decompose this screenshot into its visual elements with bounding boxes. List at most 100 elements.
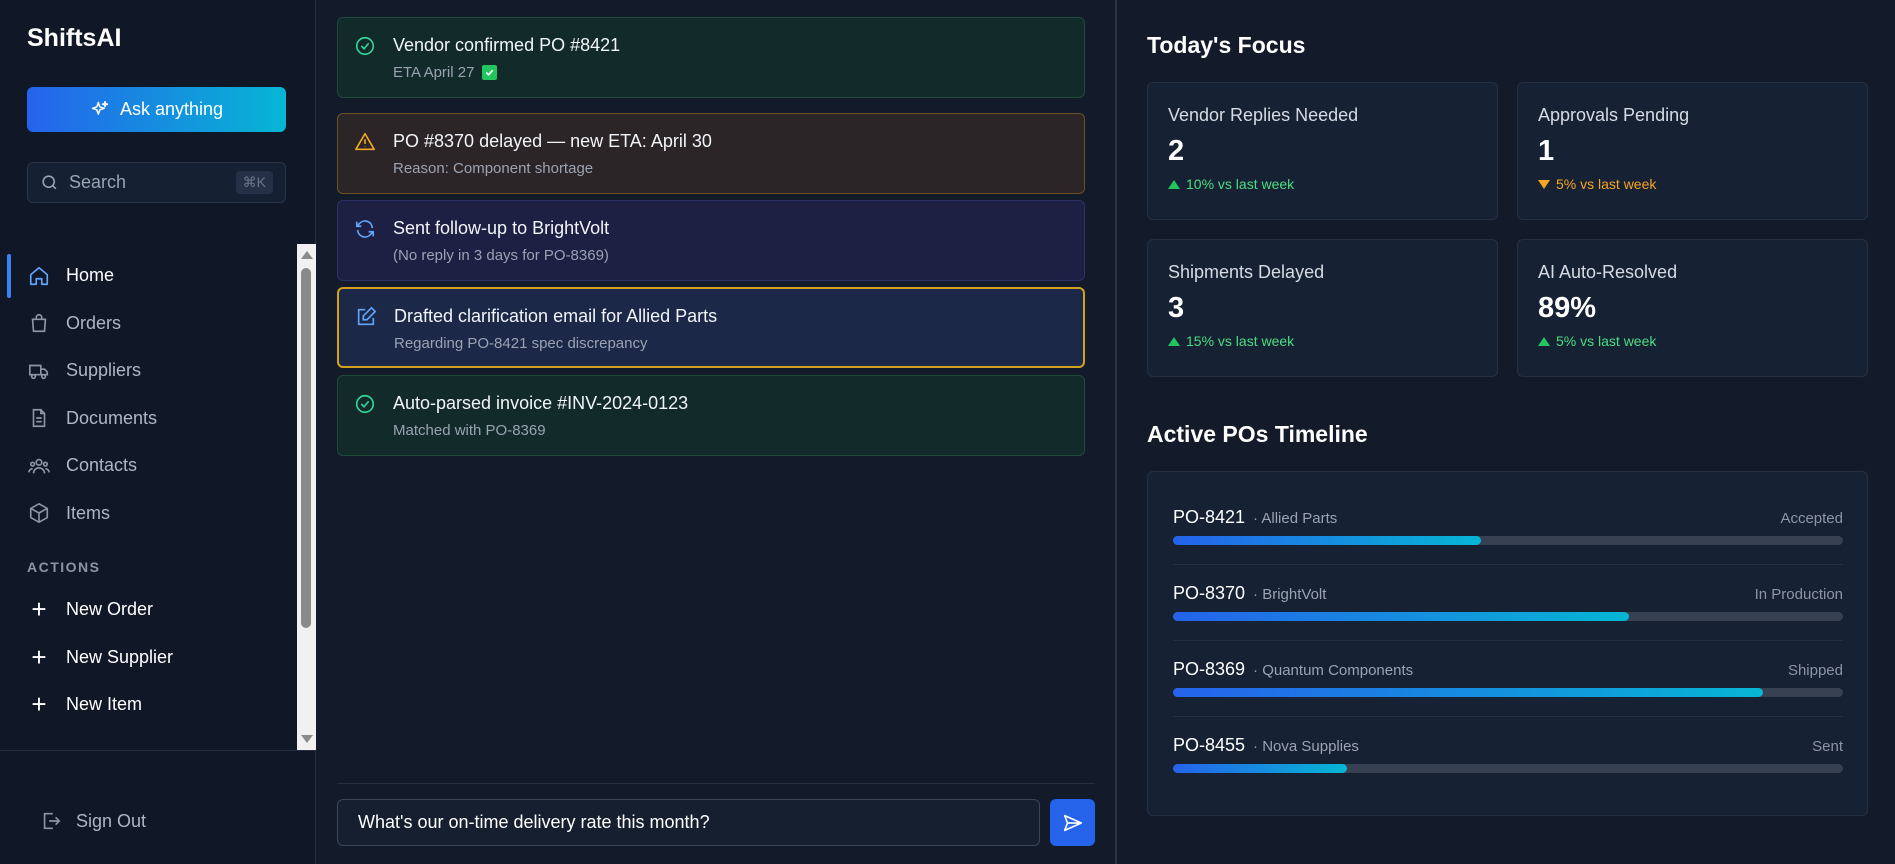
search-shortcut: ⌘K: [235, 171, 273, 194]
feed-card-subtitle: Matched with PO-8369: [393, 422, 546, 439]
progress-track: [1173, 688, 1843, 697]
po-vendor: · Quantum Components: [1253, 662, 1414, 679]
feed-card-title: Vendor confirmed PO #8421: [393, 35, 621, 55]
sign-out-label: Sign Out: [76, 810, 147, 831]
new-item-button[interactable]: + New Item: [0, 681, 296, 729]
stat-card-vendor-replies[interactable]: Vendor Replies Needed 2 10% vs last week: [1147, 82, 1498, 220]
po-row[interactable]: PO-8421 · Allied Parts Accepted: [1173, 489, 1843, 565]
search-input[interactable]: Search ⌘K: [27, 162, 286, 203]
po-vendor: · Allied Parts: [1253, 510, 1338, 527]
feed-card-title: Drafted clarification email for Allied P…: [394, 306, 718, 326]
panel-divider: [1115, 0, 1117, 864]
progress-track: [1173, 764, 1843, 773]
sparkle-icon: [91, 100, 109, 115]
trend-up-icon: [1538, 336, 1550, 346]
progress-track: [1173, 612, 1843, 621]
checkmark-badge-icon: [482, 65, 498, 80]
feed-card-selected[interactable]: Drafted clarification email for Allied P…: [337, 287, 1085, 368]
sidebar-item-documents[interactable]: Documents: [0, 395, 296, 443]
po-timeline: PO-8421 · Allied Parts Accepted PO-8370 …: [1147, 471, 1868, 816]
po-row[interactable]: PO-8455 · Nova Supplies Sent: [1173, 717, 1843, 793]
new-supplier-button[interactable]: + New Supplier: [0, 634, 296, 682]
box-icon: [29, 503, 49, 524]
stat-value: 1: [1538, 135, 1555, 167]
feed-card[interactable]: Vendor confirmed PO #8421 ETA April 27: [337, 17, 1085, 98]
sidebar-item-orders[interactable]: Orders: [0, 300, 296, 348]
stat-label: Shipments Delayed: [1168, 262, 1325, 282]
stat-delta-text: 5% vs last week: [1556, 176, 1657, 192]
po-id: PO-8370: [1173, 583, 1246, 603]
sidebar: ShiftsAI Ask anything Search ⌘K Home Ord…: [0, 0, 316, 864]
stat-delta: 5% vs last week: [1538, 333, 1847, 349]
po-id: PO-8369: [1173, 659, 1246, 679]
progress-fill: [1173, 536, 1482, 545]
send-button[interactable]: [1050, 799, 1095, 846]
feed-card[interactable]: Sent follow-up to BrightVolt (No reply i…: [337, 200, 1085, 281]
scroll-up-arrow-icon[interactable]: [301, 251, 313, 259]
po-row[interactable]: PO-8370 · BrightVolt In Production: [1173, 565, 1843, 641]
po-status: Shipped: [1787, 662, 1843, 679]
sidebar-item-suppliers[interactable]: Suppliers: [0, 347, 296, 395]
sign-out-button[interactable]: Sign Out: [40, 810, 146, 832]
new-order-button[interactable]: + New Order: [0, 586, 296, 634]
feed-card-title: PO #8370 delayed — new ETA: April 30: [393, 131, 712, 151]
sidebar-item-label: Documents: [66, 407, 158, 428]
plus-icon: +: [31, 594, 47, 625]
sidebar-actions: + New Order + New Supplier + New Item: [0, 586, 296, 729]
po-id: PO-8455: [1173, 735, 1246, 755]
search-placeholder: Search: [69, 172, 127, 192]
check-circle-icon: [355, 36, 375, 56]
po-row[interactable]: PO-8369 · Quantum Components Shipped: [1173, 641, 1843, 717]
truck-icon: [29, 364, 49, 379]
scrollbar-thumb[interactable]: [301, 268, 311, 628]
send-icon: [1063, 814, 1082, 831]
feed-card[interactable]: Auto-parsed invoice #INV-2024-0123 Match…: [337, 375, 1085, 456]
progress-fill: [1173, 764, 1348, 773]
action-label: New Supplier: [66, 646, 174, 667]
sidebar-item-items[interactable]: Items: [0, 490, 296, 538]
todays-focus-heading: Today's Focus: [1147, 32, 1306, 58]
feed-card-subtitle: (No reply in 3 days for PO-8369): [393, 247, 609, 264]
feed-card-title: Sent follow-up to BrightVolt: [393, 218, 610, 238]
progress-fill: [1173, 688, 1763, 697]
progress-fill: [1173, 612, 1629, 621]
search-icon: [42, 175, 57, 190]
sidebar-item-label: Contacts: [66, 455, 138, 476]
plus-icon: +: [31, 689, 47, 720]
warning-icon: [355, 132, 375, 151]
feed-card-subtitle: Reason: Component shortage: [393, 160, 594, 177]
chat-input[interactable]: What's our on-time delivery rate this mo…: [337, 799, 1040, 846]
progress-track: [1173, 536, 1843, 545]
sidebar-scrollbar[interactable]: [297, 244, 316, 750]
edit-icon: [357, 306, 377, 326]
ask-anything-button[interactable]: Ask anything: [27, 87, 286, 132]
trend-down-icon: [1538, 179, 1550, 189]
shopping-bag-icon: [31, 314, 47, 333]
stat-card-approvals[interactable]: Approvals Pending 1 5% vs last week: [1517, 82, 1868, 220]
stat-delta: 10% vs last week: [1168, 176, 1477, 192]
composer-divider: [337, 783, 1095, 784]
sidebar-item-home[interactable]: Home: [0, 252, 296, 300]
stat-value: 2: [1168, 135, 1185, 167]
stat-card-shipments-delayed[interactable]: Shipments Delayed 3 15% vs last week: [1147, 239, 1498, 377]
feed-card[interactable]: PO #8370 delayed — new ETA: April 30 Rea…: [337, 113, 1085, 194]
sidebar-nav: Home Orders Suppliers Documents Contacts…: [0, 252, 296, 537]
refresh-icon: [355, 220, 375, 238]
scroll-down-arrow-icon[interactable]: [301, 735, 313, 743]
stat-label: Vendor Replies Needed: [1168, 105, 1359, 125]
action-label: New Order: [66, 599, 154, 620]
sidebar-item-label: Items: [66, 502, 111, 523]
po-status: Accepted: [1780, 510, 1843, 527]
sidebar-item-contacts[interactable]: Contacts: [0, 442, 296, 490]
stat-card-ai-auto-resolved[interactable]: AI Auto-Resolved 89% 5% vs last week: [1517, 239, 1868, 377]
sidebar-item-label: Suppliers: [66, 360, 142, 381]
stat-value: 89%: [1538, 292, 1597, 324]
sidebar-item-label: Home: [66, 265, 115, 286]
po-vendor: · BrightVolt: [1253, 586, 1327, 603]
timeline-heading: Active POs Timeline: [1147, 421, 1368, 447]
stat-label: AI Auto-Resolved: [1538, 262, 1678, 282]
actions-heading: ACTIONS: [27, 559, 101, 575]
feed-card-title: Auto-parsed invoice #INV-2024-0123: [393, 393, 689, 413]
home-icon: [29, 266, 49, 285]
ask-anything-label: Ask anything: [119, 99, 224, 119]
